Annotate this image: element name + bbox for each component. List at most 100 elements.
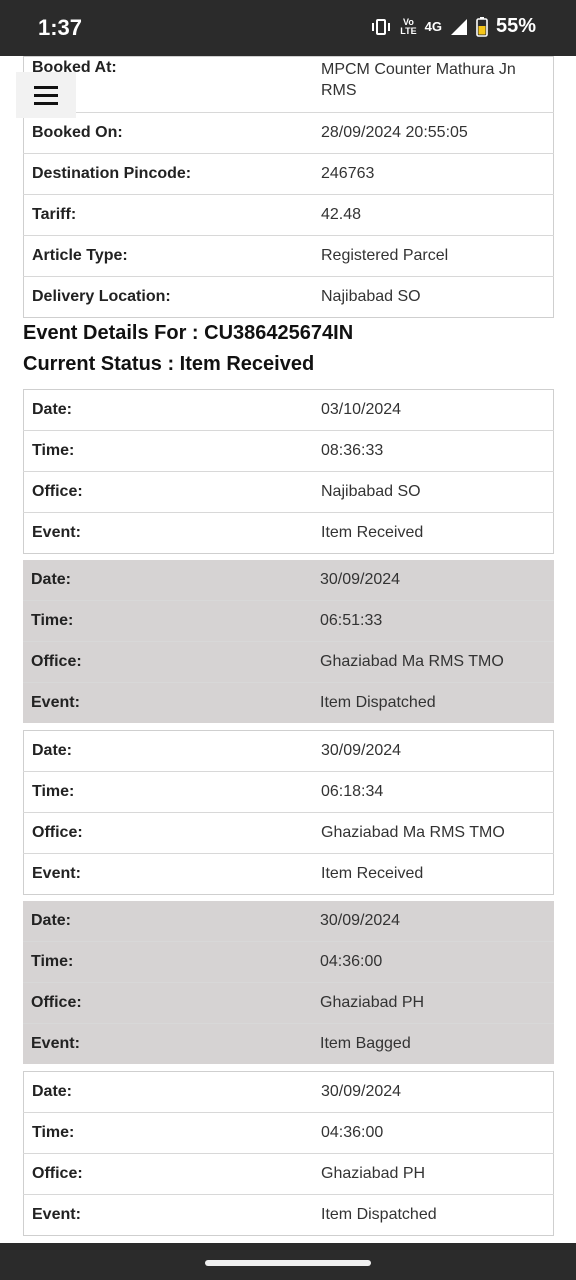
page-content: Booked At: MPCM Counter Mathura Jn RMS B… <box>0 56 576 1243</box>
table-row: Article Type: Registered Parcel <box>23 235 554 277</box>
date-label: Date: <box>32 742 73 759</box>
event-label: Event: <box>23 682 312 723</box>
destination-pincode-label: Destination Pincode: <box>23 153 313 195</box>
office-label: Office: <box>23 1153 313 1195</box>
event-description: Item Dispatched <box>313 1194 554 1236</box>
volte-bottom: LTE <box>400 25 417 36</box>
booked-at-value: MPCM Counter Mathura Jn RMS <box>321 61 516 99</box>
booking-details-table: Booked At: MPCM Counter Mathura Jn RMS B… <box>23 56 554 318</box>
table-row: Booked At: MPCM Counter Mathura Jn RMS <box>24 57 554 113</box>
office-label: Office: <box>23 641 312 683</box>
time-label: Time: <box>23 600 312 642</box>
event-label: Event: <box>23 853 313 895</box>
volte-icon: Vo LTE <box>400 17 417 36</box>
office-label: Office: <box>23 812 313 854</box>
event-office: Ghaziabad PH <box>312 982 554 1024</box>
office-label: Office: <box>23 471 313 513</box>
table-row: Event: Item Dispatched <box>23 1194 554 1236</box>
table-row: Office: Ghaziabad PH <box>23 1153 554 1195</box>
time-label: Time: <box>23 1112 313 1154</box>
menu-icon <box>34 85 58 89</box>
booked-on-value: 28/09/2024 20:55:05 <box>313 112 554 154</box>
event-time: 04:36:00 <box>312 941 554 983</box>
event-time: 06:51:33 <box>312 600 554 642</box>
tariff-value: 42.48 <box>313 194 554 236</box>
event-description: Item Bagged <box>312 1023 554 1064</box>
event-time: 04:36:00 <box>313 1112 554 1154</box>
delivery-location-label: Delivery Location: <box>23 276 313 318</box>
tariff-label: Tariff: <box>23 194 313 236</box>
battery-percent: 55% <box>495 15 536 37</box>
table-row: Event: Item Dispatched <box>23 682 554 723</box>
event-description: Item Received <box>313 512 554 554</box>
event-label: Event: <box>23 512 313 554</box>
table-row: Date: 03/10/2024 <box>24 390 554 431</box>
table-row: Office: Najibabad SO <box>23 471 554 513</box>
status-icons: Vo LTE 4G 55% <box>370 15 536 38</box>
date-label: Date: <box>32 401 73 418</box>
table-row: Tariff: 42.48 <box>23 194 554 236</box>
event-card: Date: 30/09/2024 Time: 06:18:34 Office: Gha… <box>23 730 554 895</box>
time-label: Time: <box>23 941 312 983</box>
event-date: 30/09/2024 <box>320 912 401 929</box>
menu-icon-bar <box>34 101 58 105</box>
battery-icon <box>476 16 488 37</box>
booked-on-label: Booked On: <box>23 112 313 154</box>
current-status-heading: Current Status : Item Received <box>23 353 315 375</box>
article-type-label: Article Type: <box>23 235 313 277</box>
event-card: Date: 03/10/2024 Time: 08:36:33 Office: Naj… <box>23 389 554 554</box>
hamburger-menu-button[interactable] <box>16 72 76 118</box>
event-label: Event: <box>23 1194 313 1236</box>
table-row: Event: Item Received <box>23 853 554 895</box>
table-row: Date: 30/09/2024 <box>24 731 554 772</box>
date-label: Date: <box>32 1083 73 1100</box>
table-row: Date: 30/09/2024 <box>23 901 554 942</box>
event-office: Ghaziabad Ma RMS TMO <box>313 812 554 854</box>
event-card: Date: 30/09/2024 Time: 06:51:33 Office: Gha… <box>23 560 554 723</box>
event-date: 30/09/2024 <box>320 571 401 588</box>
home-gesture-handle[interactable] <box>205 1260 371 1266</box>
event-time: 06:18:34 <box>313 771 554 813</box>
table-row: Time: 06:18:34 <box>23 771 554 813</box>
table-row: Time: 08:36:33 <box>23 430 554 472</box>
event-office: Najibabad SO <box>313 471 554 513</box>
event-card: Date: 30/09/2024 Time: 04:36:00 Office: Gha… <box>23 1071 554 1236</box>
table-row: Destination Pincode: 246763 <box>23 153 554 195</box>
vibrate-icon <box>370 18 392 36</box>
event-card: Date: 30/09/2024 Time: 04:36:00 Office: Gha… <box>23 901 554 1064</box>
table-row: Time: 04:36:00 <box>23 1112 554 1154</box>
table-row: Office: Ghaziabad Ma RMS TMO <box>23 641 554 683</box>
office-label: Office: <box>23 982 312 1024</box>
table-row: Delivery Location: Najibabad SO <box>23 276 554 318</box>
event-details-heading: Event Details For : CU386425674IN <box>23 322 354 344</box>
time-label: Time: <box>23 771 313 813</box>
event-description: Item Dispatched <box>312 682 554 723</box>
table-row: Office: Ghaziabad Ma RMS TMO <box>23 812 554 854</box>
event-time: 08:36:33 <box>313 430 554 472</box>
table-row: Booked On: 28/09/2024 20:55:05 <box>23 112 554 154</box>
navigation-bar <box>0 1243 576 1280</box>
event-description: Item Received <box>313 853 554 895</box>
event-date: 30/09/2024 <box>321 1083 402 1100</box>
table-row: Event: Item Bagged <box>23 1023 554 1064</box>
table-row: Event: Item Received <box>23 512 554 554</box>
menu-icon-bar <box>34 93 58 97</box>
table-row: Time: 06:51:33 <box>23 600 554 642</box>
event-office: Ghaziabad PH <box>313 1153 554 1195</box>
delivery-location-value: Najibabad SO <box>313 276 554 318</box>
event-label: Event: <box>23 1023 312 1064</box>
clock: 1:37 <box>38 15 83 40</box>
date-label: Date: <box>31 912 72 929</box>
event-date: 30/09/2024 <box>321 742 402 759</box>
destination-pincode-value: 246763 <box>313 153 554 195</box>
table-row: Time: 04:36:00 <box>23 941 554 983</box>
status-bar: 1:37 Vo LTE 4G 55% <box>0 0 576 56</box>
article-type-value: Registered Parcel <box>313 235 554 277</box>
time-label: Time: <box>23 430 313 472</box>
event-date: 03/10/2024 <box>321 401 402 418</box>
network-type: 4G <box>424 19 442 34</box>
signal-icon <box>450 18 468 36</box>
table-row: Date: 30/09/2024 <box>23 560 554 601</box>
table-row: Date: 30/09/2024 <box>24 1072 554 1113</box>
date-label: Date: <box>31 571 72 588</box>
